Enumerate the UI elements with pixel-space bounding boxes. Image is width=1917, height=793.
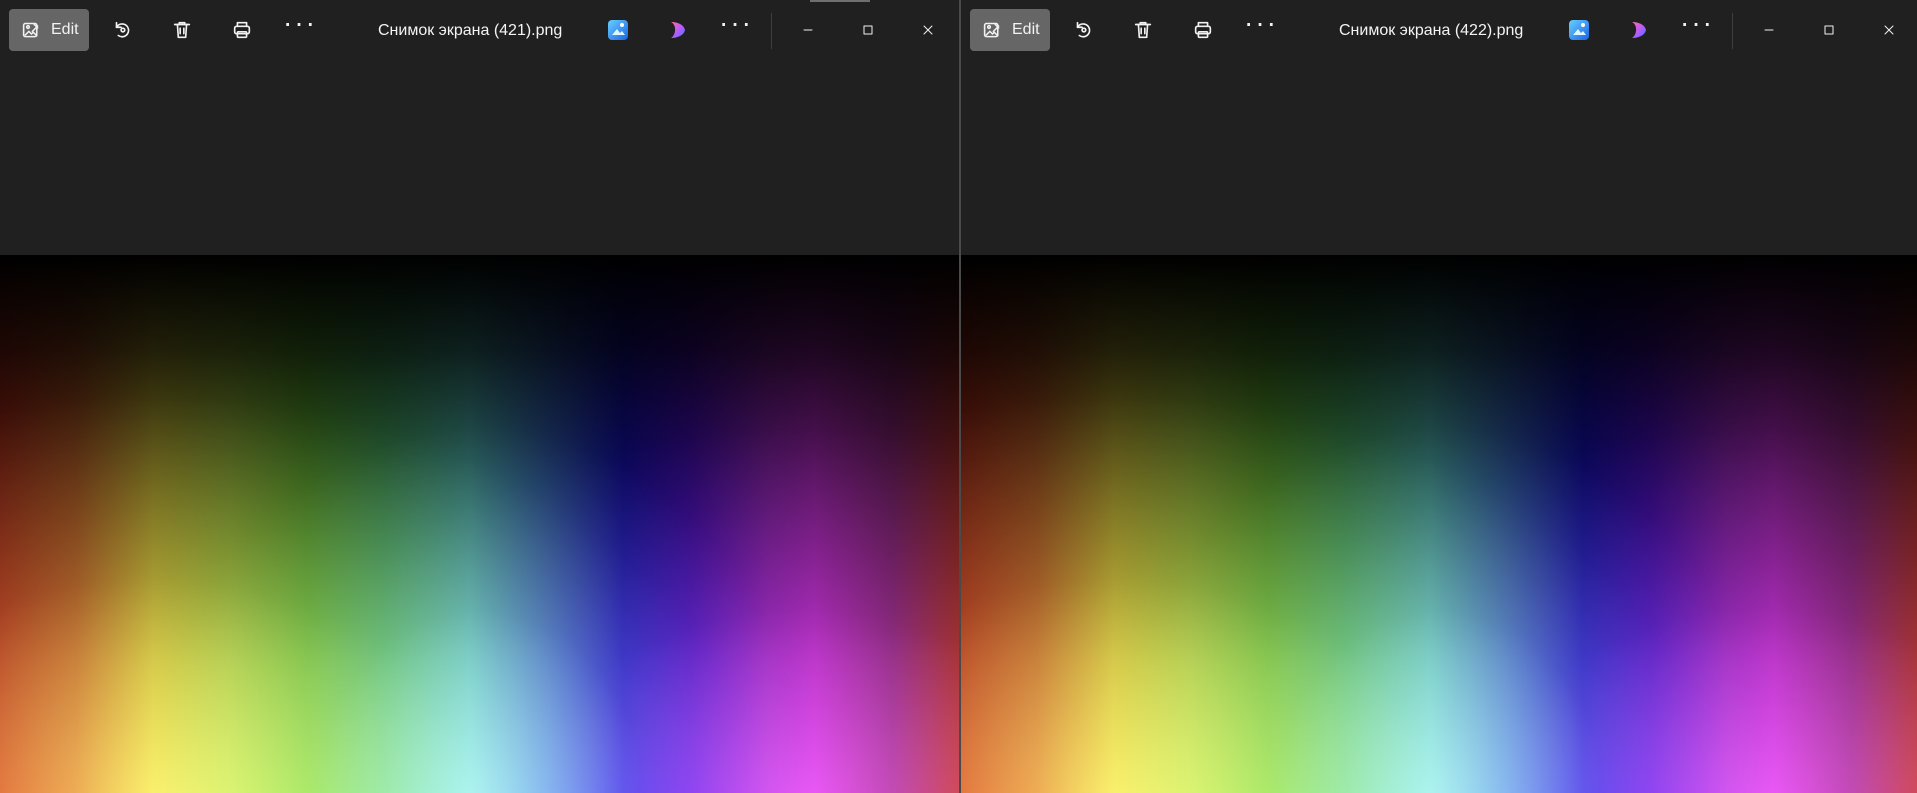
rotate-icon xyxy=(115,21,130,38)
dual-photo-viewer-screen: Edit ··· Снимок экрана (421).png ··· Edi… xyxy=(0,0,1917,793)
minimize-icon xyxy=(803,29,813,31)
close-icon xyxy=(1884,25,1894,35)
rotate-icon xyxy=(1076,21,1091,38)
app-more-button[interactable]: ··· xyxy=(714,9,758,51)
toolbar-separator xyxy=(771,13,772,49)
printer-icon xyxy=(1194,21,1212,39)
minimize-icon xyxy=(1764,29,1774,31)
more-horizontal-icon: ··· xyxy=(283,7,317,38)
printer-icon xyxy=(233,21,251,39)
edit-button[interactable]: Edit xyxy=(970,9,1050,51)
edit-button-label: Edit xyxy=(1012,21,1040,38)
more-options-button[interactable]: ··· xyxy=(1239,9,1283,51)
minimize-button[interactable] xyxy=(1747,9,1791,51)
delete-button[interactable] xyxy=(1121,9,1165,51)
maximize-icon xyxy=(1824,25,1834,35)
edit-image-icon xyxy=(983,22,1000,37)
rotate-button[interactable] xyxy=(100,9,144,51)
edit-button-label: Edit xyxy=(51,21,79,38)
trash-icon xyxy=(1134,21,1152,39)
edit-button[interactable]: Edit xyxy=(9,9,89,51)
window-top-marker xyxy=(810,0,870,2)
file-name: Снимок экрана (421).png xyxy=(378,22,563,39)
more-horizontal-icon: ··· xyxy=(1244,7,1278,38)
more-horizontal-icon: ··· xyxy=(1680,7,1714,38)
file-name: Снимок экрана (422).png xyxy=(1339,22,1524,39)
photo-viewer-window-421: Edit ··· Снимок экрана (421).png ··· xyxy=(0,0,959,793)
more-options-button[interactable]: ··· xyxy=(278,9,322,51)
photo-viewer-window-422: Edit ··· Снимок экрана (422).png ··· xyxy=(961,0,1917,793)
delete-button[interactable] xyxy=(160,9,204,51)
photo-viewer-toolbar: Edit xyxy=(0,0,959,60)
close-button[interactable] xyxy=(906,9,950,51)
minimize-button[interactable] xyxy=(786,9,830,51)
app-more-button[interactable]: ··· xyxy=(1675,9,1719,51)
toolbar-separator xyxy=(1732,13,1733,49)
photos-app-icon[interactable] xyxy=(1567,18,1591,42)
designer-app-icon[interactable] xyxy=(667,18,691,42)
maximize-button[interactable] xyxy=(846,9,890,51)
close-button[interactable] xyxy=(1867,9,1911,51)
close-icon xyxy=(923,25,933,35)
rotate-button[interactable] xyxy=(1061,9,1105,51)
photo-viewer-toolbar: Edit xyxy=(961,0,1917,60)
edit-image-icon xyxy=(22,22,39,37)
more-horizontal-icon: ··· xyxy=(719,7,753,38)
print-button[interactable] xyxy=(1181,9,1225,51)
trash-icon xyxy=(173,21,191,39)
maximize-icon xyxy=(863,25,873,35)
print-button[interactable] xyxy=(220,9,264,51)
designer-app-icon[interactable] xyxy=(1628,18,1652,42)
maximize-button[interactable] xyxy=(1807,9,1851,51)
color-spectrum-image xyxy=(961,255,1917,793)
photos-app-icon[interactable] xyxy=(606,18,630,42)
color-spectrum-image xyxy=(0,255,959,793)
